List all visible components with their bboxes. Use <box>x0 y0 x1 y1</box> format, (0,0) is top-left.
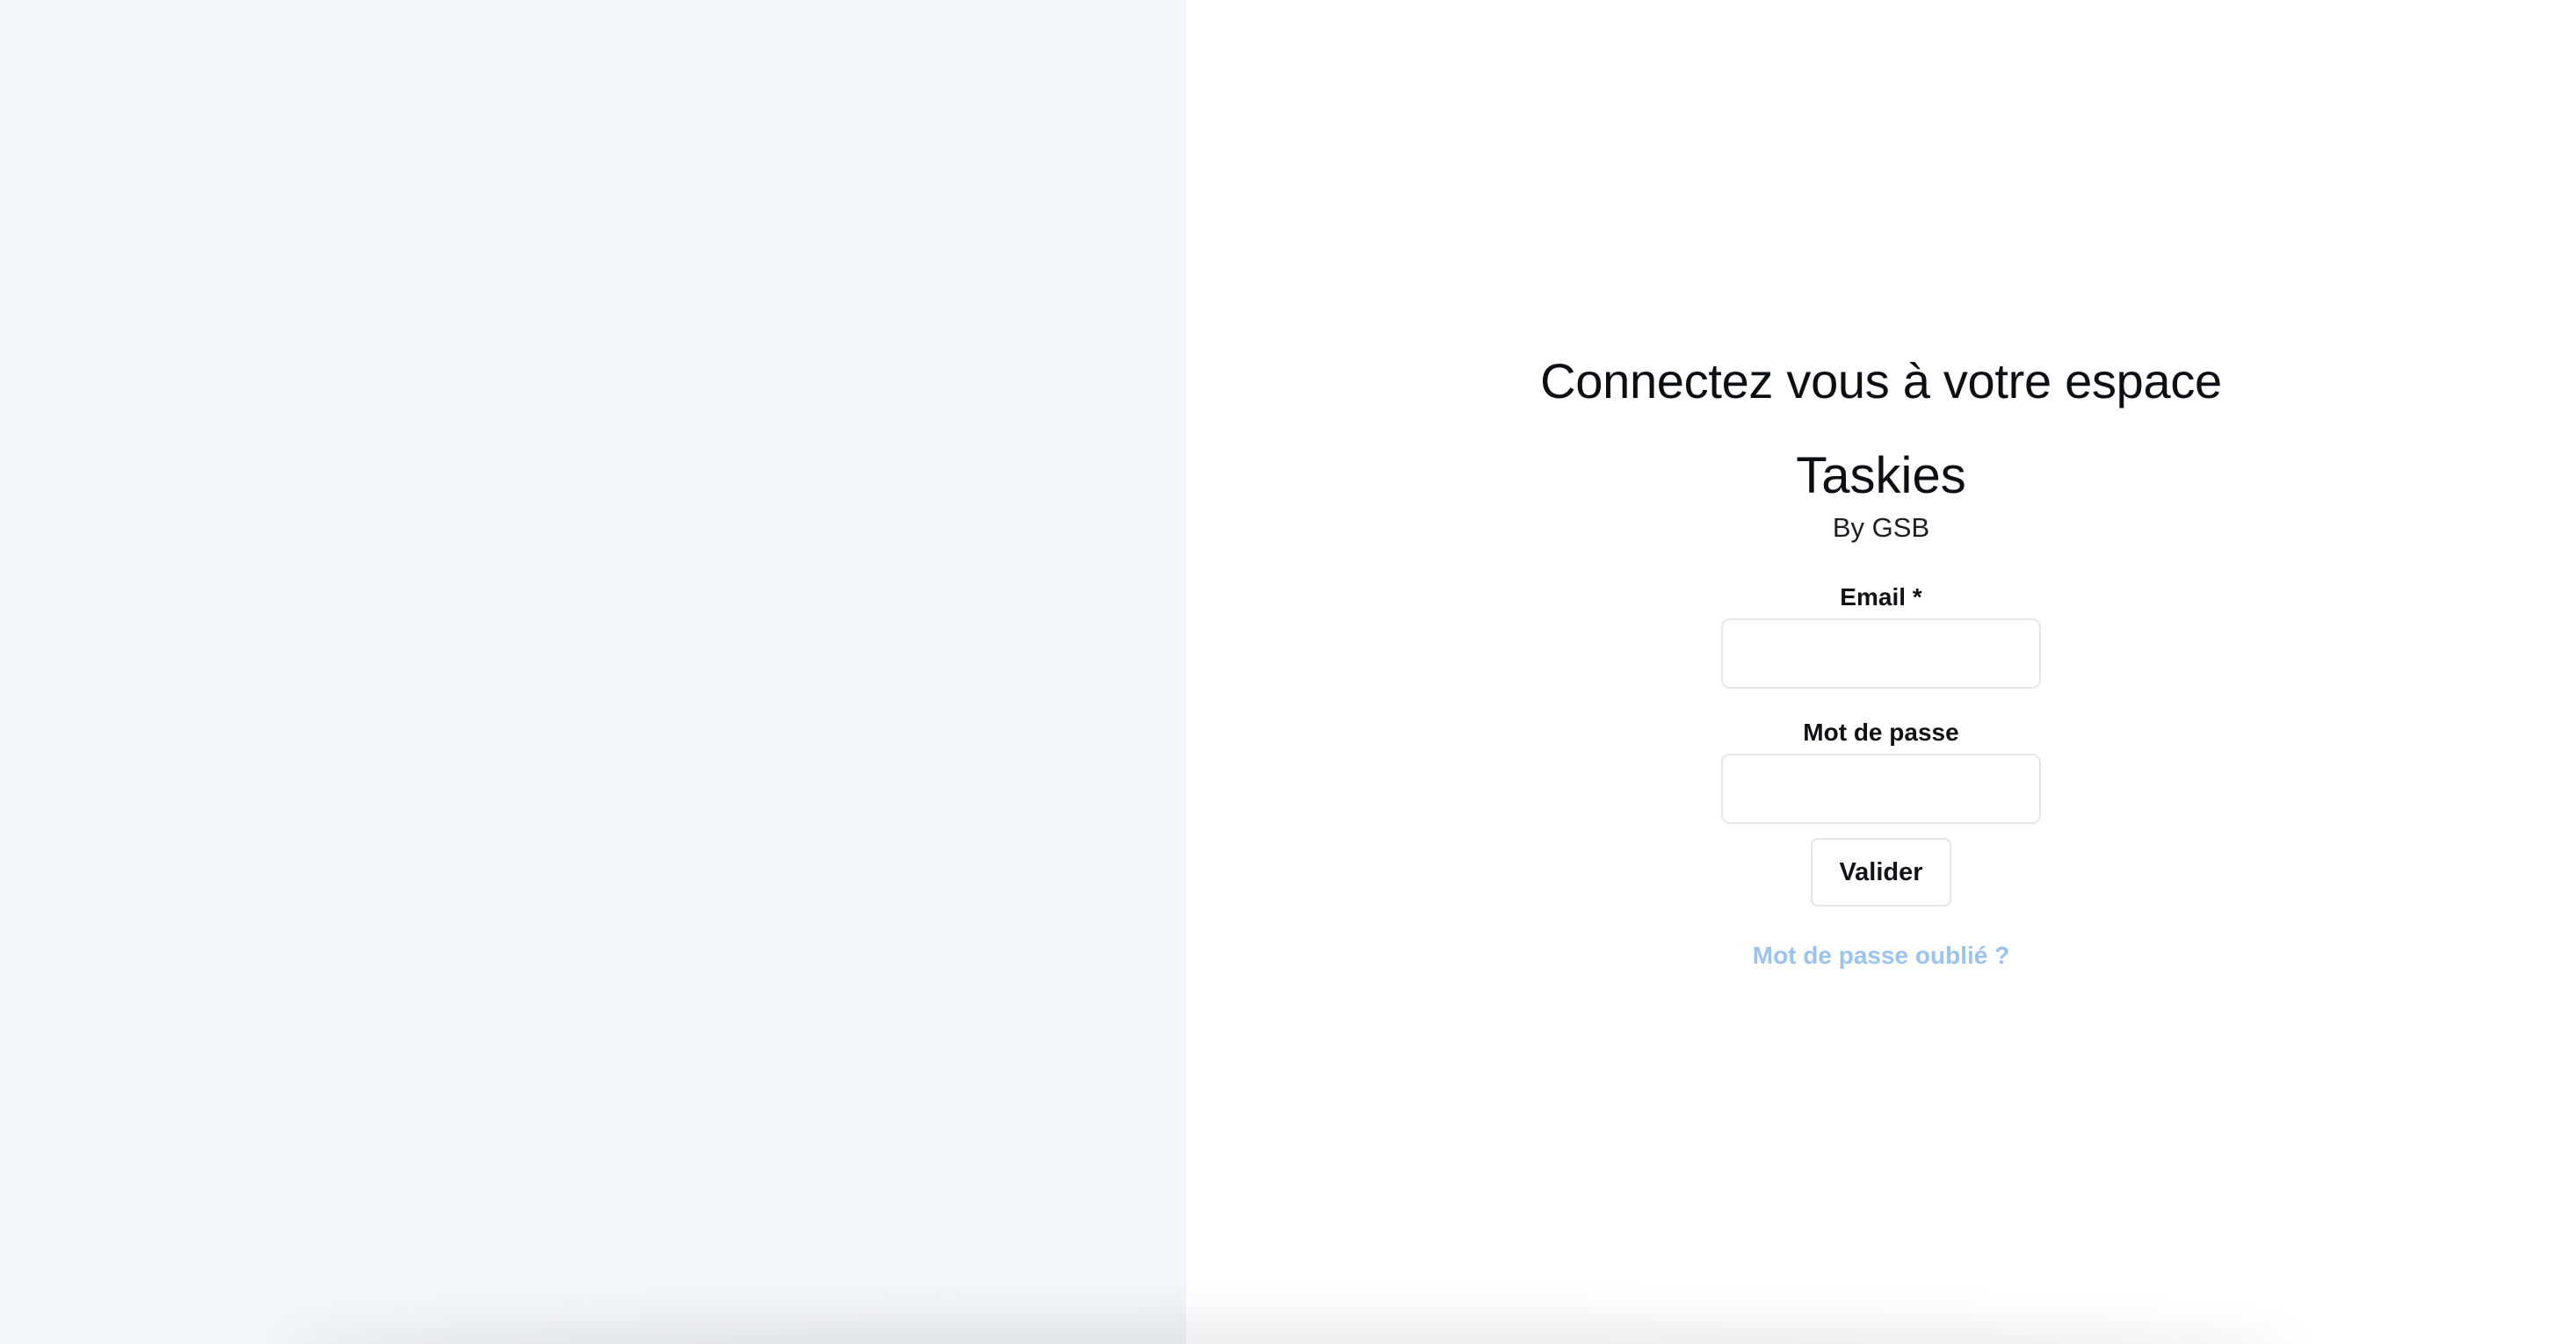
page-title: Connectez vous à votre espace <box>1540 353 2222 408</box>
left-panel <box>0 0 1186 1344</box>
forgot-password-link[interactable]: Mot de passe oublié ? <box>1753 940 2009 972</box>
right-panel: Connectez vous à votre espace Taskies By… <box>1186 0 2576 1344</box>
password-field[interactable] <box>1721 754 2041 824</box>
password-label: Mot de passe <box>1803 719 1959 746</box>
login-form: Connectez vous à votre espace Taskies By… <box>1186 344 2576 972</box>
email-field[interactable] <box>1721 618 2041 689</box>
login-page: Connectez vous à votre espace Taskies By… <box>0 0 2576 1344</box>
app-name: Taskies <box>1796 447 1966 504</box>
email-label: Email * <box>1840 583 1922 611</box>
submit-button[interactable]: Valider <box>1811 838 1951 907</box>
app-tagline: By GSB <box>1832 512 1930 543</box>
